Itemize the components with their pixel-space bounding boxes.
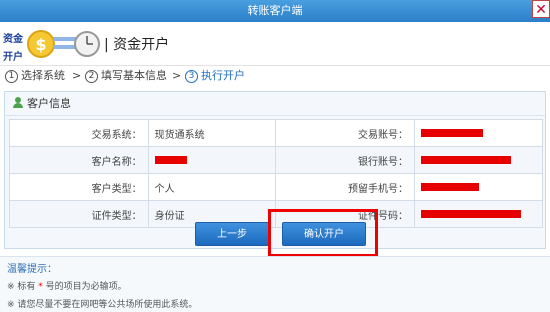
- trade-account-value: [414, 119, 543, 147]
- redaction-bar: [421, 128, 484, 137]
- table-row: 客户类型： 个人 预留手机号：: [9, 173, 543, 201]
- step-select-system: 1 选择系统: [5, 66, 65, 86]
- tips-title: 温馨提示：: [7, 264, 57, 275]
- panel-header: 客户信息: [5, 92, 545, 116]
- bank-account-label: 银行账号：: [275, 146, 416, 174]
- trade-account-label: 交易账号：: [275, 119, 416, 147]
- customer-name-label: 客户名称：: [9, 146, 149, 174]
- panel-title: 客户信息: [27, 97, 71, 110]
- redaction-bar: [154, 155, 187, 164]
- reserved-phone-value: [414, 173, 543, 201]
- table-row: 客户名称： 银行账号：: [9, 146, 543, 174]
- step-execute-open: 3 执行开户: [185, 66, 245, 86]
- fund-account-logo: $ 资金 开户: [3, 26, 103, 64]
- page-header: $ 资金 开户 | 资金开户: [0, 22, 550, 66]
- tip-public-place: ※ 请您尽量不要在网吧等公共场所使用此系统。: [7, 300, 198, 310]
- exchange-system-value: 现货通系统: [147, 119, 277, 147]
- reserved-phone-label: 预留手机号：: [275, 173, 416, 201]
- step-fill-info: 2 填写基本信息: [85, 66, 167, 86]
- customer-name-value: [147, 146, 277, 174]
- customer-type-label: 客户类型：: [9, 173, 149, 201]
- svg-text:$: $: [35, 35, 46, 54]
- id-number-value: [414, 200, 543, 228]
- redaction-bar: [421, 209, 522, 218]
- highlight-annotation: [268, 209, 378, 257]
- previous-step-button[interactable]: 上一步: [195, 222, 269, 246]
- window-title: 转账客户端: [247, 4, 303, 17]
- customer-type-value: 个人: [147, 173, 277, 201]
- step-separator: >: [72, 69, 82, 82]
- bank-account-value: [414, 146, 543, 174]
- logo-text-bottom: 开户: [3, 52, 23, 63]
- step-separator: >: [172, 69, 182, 82]
- window-titlebar: 转账客户端 ✕: [0, 0, 550, 22]
- close-icon[interactable]: ✕: [532, 0, 550, 18]
- tip-required: ※ 标有 * 号的项目为必输项。: [7, 282, 127, 292]
- tips-section: 温馨提示： ※ 标有 * 号的项目为必输项。 ※ 请您尽量不要在网吧等公共场所使…: [0, 256, 550, 312]
- page-title: | 资金开户: [104, 37, 170, 53]
- redaction-bar: [421, 182, 480, 191]
- table-row: 交易系统： 现货通系统 交易账号：: [9, 119, 543, 147]
- exchange-system-label: 交易系统：: [9, 119, 149, 147]
- id-type-label: 证件类型：: [9, 200, 149, 228]
- step-indicator: 1 选择系统 > 2 填写基本信息 > 3 执行开户: [0, 66, 550, 86]
- redaction-bar: [421, 155, 512, 164]
- logo-text-top: 资金: [3, 34, 23, 45]
- user-icon: [13, 97, 23, 108]
